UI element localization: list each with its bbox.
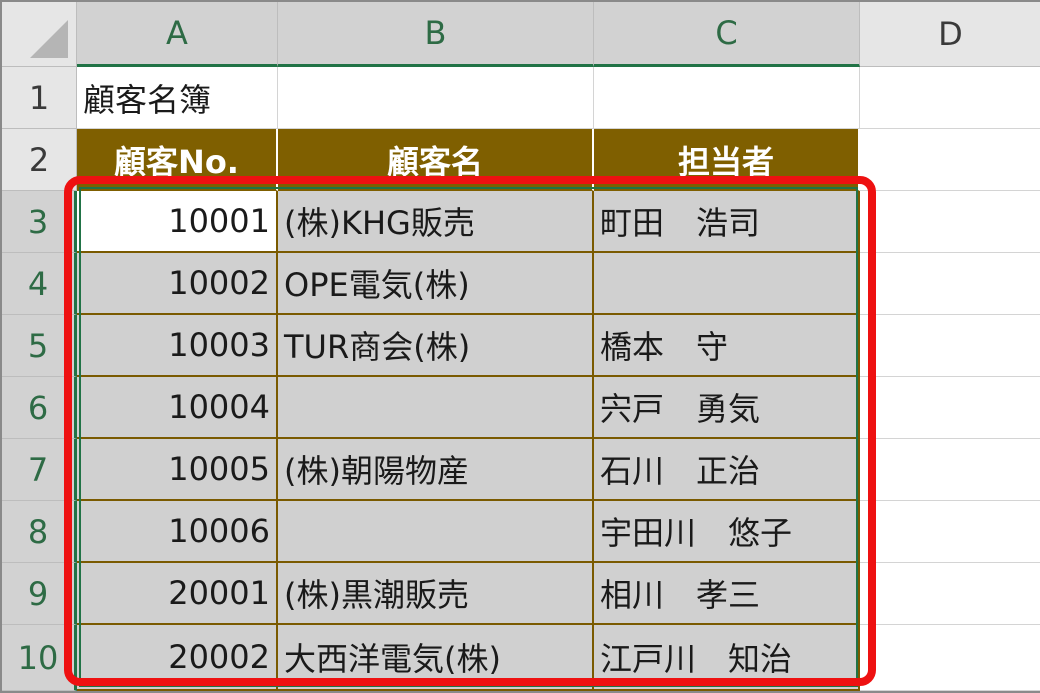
column-header-c[interactable]: C [594, 2, 860, 67]
cell-a7[interactable]: 10005 [77, 439, 278, 501]
cell-a9[interactable]: 20001 [77, 563, 278, 625]
cell-b1[interactable] [278, 67, 594, 129]
row-header-7[interactable]: 7 [2, 439, 77, 501]
select-all-corner[interactable] [2, 2, 77, 67]
row-header-10[interactable]: 10 [2, 625, 77, 691]
cell-b4[interactable]: OPE電気(株) [278, 253, 594, 315]
cell-d2[interactable] [860, 129, 1040, 191]
cell-c7[interactable]: 石川 正治 [594, 439, 860, 501]
cell-d6[interactable] [860, 377, 1040, 439]
cell-c1[interactable] [594, 67, 860, 129]
cell-b6[interactable] [278, 377, 594, 439]
row-header-1[interactable]: 1 [2, 67, 77, 129]
spreadsheet-frame: A B C D 1 2 3 4 5 6 7 8 9 10 顧客名簿 顧客No. … [0, 0, 1040, 693]
cell-b5[interactable]: TUR商会(株) [278, 315, 594, 377]
cell-d1[interactable] [860, 67, 1040, 129]
row-header-8[interactable]: 8 [2, 501, 77, 563]
select-all-triangle-icon [30, 20, 68, 58]
row-header-9[interactable]: 9 [2, 563, 77, 625]
cell-b7[interactable]: (株)朝陽物産 [278, 439, 594, 501]
header-customer-name[interactable]: 顧客名 [278, 129, 594, 191]
cell-d3[interactable] [860, 191, 1040, 253]
cell-d4[interactable] [860, 253, 1040, 315]
cell-a6[interactable]: 10004 [77, 377, 278, 439]
cell-d9[interactable] [860, 563, 1040, 625]
cell-c3[interactable]: 町田 浩司 [594, 191, 860, 253]
header-customer-no[interactable]: 顧客No. [77, 129, 278, 191]
cell-c10[interactable]: 江戸川 知治 [594, 625, 860, 691]
cell-b3[interactable]: (株)KHG販売 [278, 191, 594, 253]
column-header-b[interactable]: B [278, 2, 594, 67]
cell-a3[interactable]: 10001 [77, 191, 278, 253]
row-header-5[interactable]: 5 [2, 315, 77, 377]
cell-a10[interactable]: 20002 [77, 625, 278, 691]
row-header-3[interactable]: 3 [2, 191, 77, 253]
cell-c5[interactable]: 橋本 守 [594, 315, 860, 377]
column-header-a[interactable]: A [77, 2, 278, 67]
cell-b9[interactable]: (株)黒潮販売 [278, 563, 594, 625]
cell-b8[interactable] [278, 501, 594, 563]
header-person-in-charge[interactable]: 担当者 [594, 129, 860, 191]
cell-c8[interactable]: 宇田川 悠子 [594, 501, 860, 563]
cell-a1-title[interactable]: 顧客名簿 [77, 67, 278, 129]
cell-a8[interactable]: 10006 [77, 501, 278, 563]
cell-c9[interactable]: 相川 孝三 [594, 563, 860, 625]
column-header-d[interactable]: D [860, 2, 1040, 67]
cell-d5[interactable] [860, 315, 1040, 377]
cell-d8[interactable] [860, 501, 1040, 563]
cell-c4[interactable] [594, 253, 860, 315]
row-header-2[interactable]: 2 [2, 129, 77, 191]
cell-c6[interactable]: 宍戸 勇気 [594, 377, 860, 439]
cell-a5[interactable]: 10003 [77, 315, 278, 377]
cell-b10[interactable]: 大西洋電気(株) [278, 625, 594, 691]
cell-d7[interactable] [860, 439, 1040, 501]
cell-a4[interactable]: 10002 [77, 253, 278, 315]
row-header-4[interactable]: 4 [2, 253, 77, 315]
cell-d10[interactable] [860, 625, 1040, 691]
row-header-6[interactable]: 6 [2, 377, 77, 439]
